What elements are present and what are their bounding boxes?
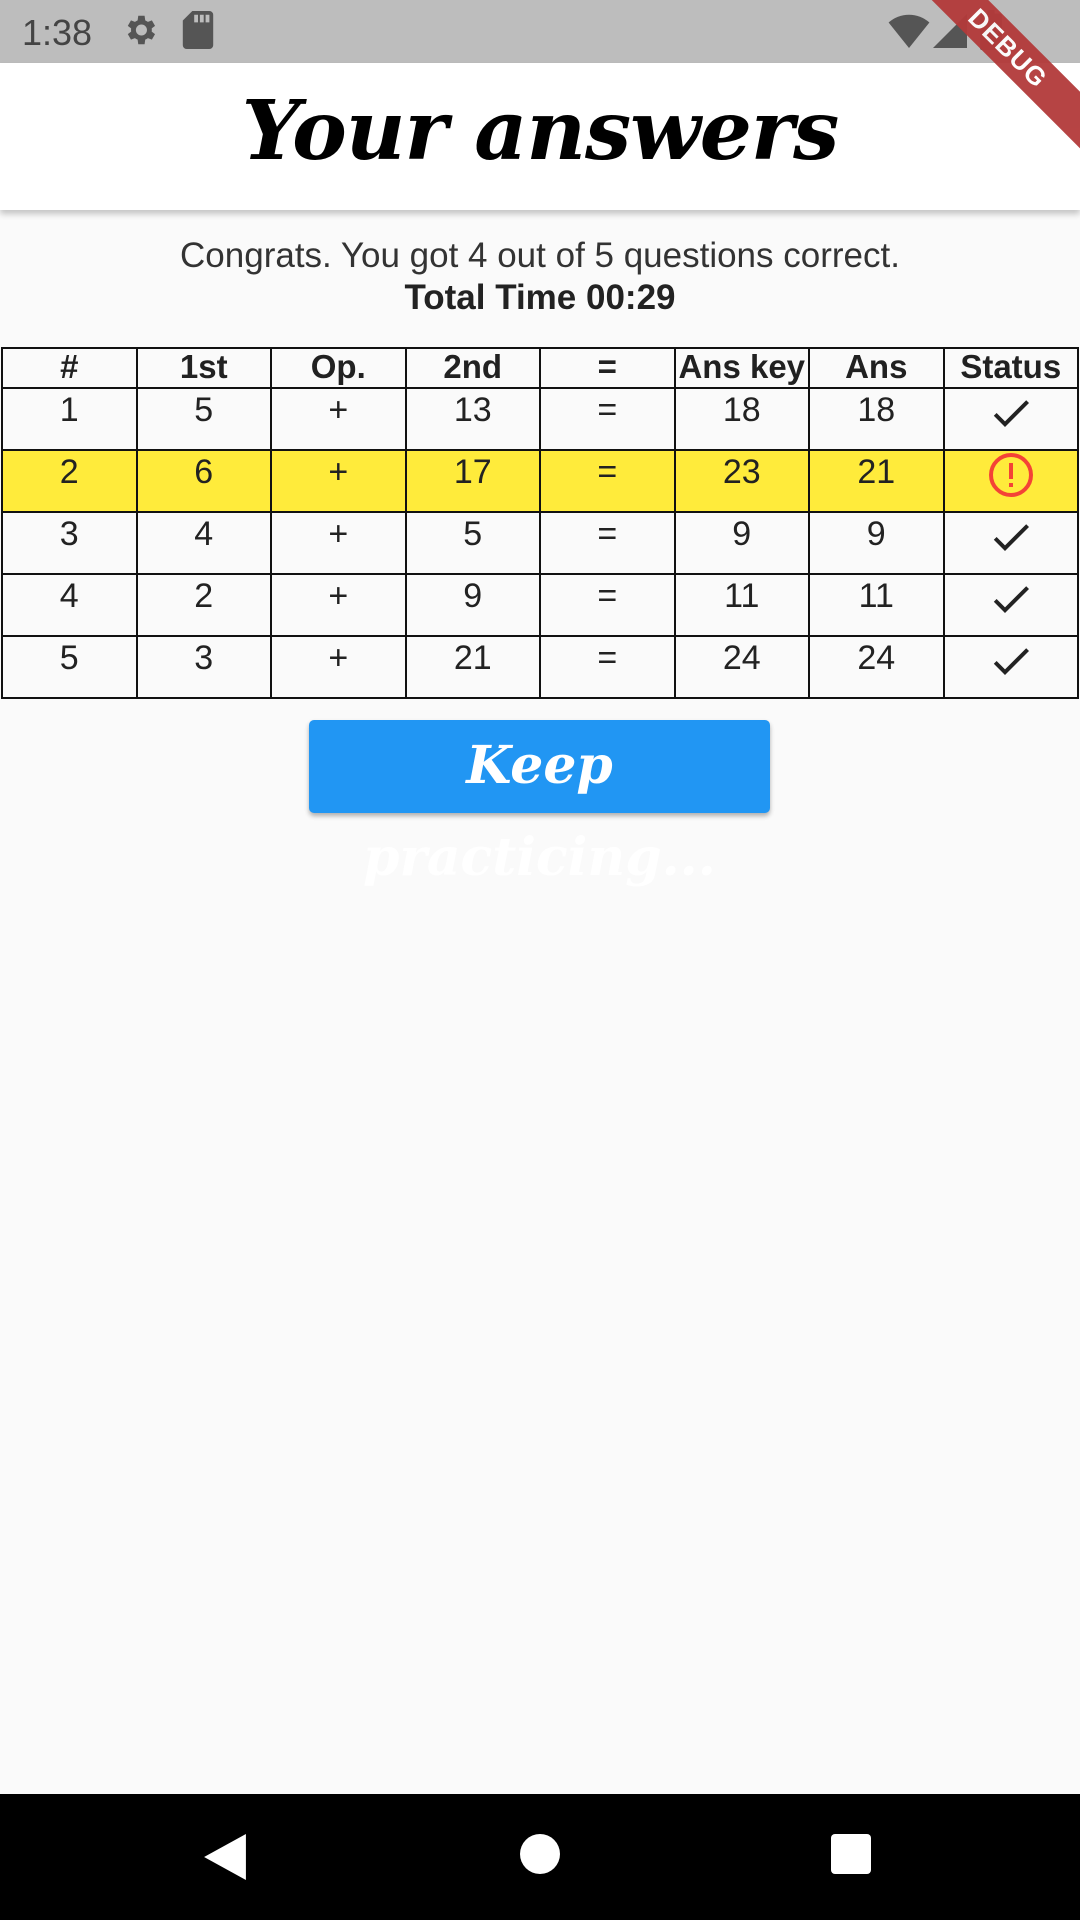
cell-operator: + (270, 511, 407, 575)
header-answer: Ans (808, 347, 945, 389)
cell-answer-key: 9 (673, 511, 810, 575)
gear-icon (127, 15, 156, 45)
cell-second: 17 (404, 449, 541, 513)
status-time: 1:38 (22, 12, 93, 53)
header-equals: = (539, 347, 676, 389)
back-icon[interactable] (203, 1834, 247, 1880)
cell-first: 6 (135, 449, 272, 513)
cell-second: 9 (404, 573, 541, 637)
check-icon (993, 524, 1029, 551)
cell-operator: + (270, 573, 407, 637)
cell-number: 1 (1, 387, 138, 451)
cell-equals: = (539, 573, 676, 637)
table-row: 5 3 + 21 = 24 24 (1, 635, 1079, 699)
keep-practicing-button[interactable]: Keep practicing... (309, 720, 770, 888)
home-icon[interactable] (520, 1834, 560, 1874)
cell-answer: 21 (808, 449, 945, 513)
cell-operator: + (270, 449, 407, 513)
cell-operator: + (270, 635, 407, 699)
cell-equals: = (539, 449, 676, 513)
cell-first: 4 (135, 511, 272, 575)
app-bar: Your answers (0, 63, 1080, 210)
cell-first: 2 (135, 573, 272, 637)
cell-answer: 18 (808, 387, 945, 451)
cell-answer-key: 23 (673, 449, 810, 513)
table-row: 1 5 + 13 = 18 18 (1, 387, 1079, 451)
page-title: Your answers (241, 83, 840, 179)
cell-status (942, 511, 1079, 575)
cell-operator: + (270, 387, 407, 451)
table-header-row: # 1st Op. 2nd = Ans key Ans Status (1, 347, 1079, 389)
cell-status (942, 635, 1079, 699)
cell-number: 2 (1, 449, 138, 513)
cell-answer-key: 11 (673, 573, 810, 637)
cell-second: 5 (404, 511, 541, 575)
cell-equals: = (539, 511, 676, 575)
cell-answer: 9 (808, 511, 945, 575)
header-second: 2nd (404, 347, 541, 389)
answers-table: # 1st Op. 2nd = Ans key Ans Status 1 5 +… (1, 347, 1079, 699)
total-time: Total Time 00:29 (404, 278, 676, 317)
check-icon (993, 400, 1029, 427)
check-icon (993, 586, 1029, 613)
header-first: 1st (135, 347, 272, 389)
cell-second: 13 (404, 387, 541, 451)
status-bar: 1:38 (0, 0, 1080, 63)
cell-status (942, 573, 1079, 637)
cell-status (942, 449, 1079, 513)
check-icon (993, 648, 1029, 675)
recents-icon[interactable] (831, 1834, 871, 1874)
table-row: 3 4 + 5 = 9 9 (1, 511, 1079, 575)
error-icon (988, 453, 1033, 497)
header-answer-key: Ans key (673, 347, 810, 389)
cell-number: 5 (1, 635, 138, 699)
cell-equals: = (539, 387, 676, 451)
navigation-bar (0, 1794, 1080, 1920)
cell-equals: = (539, 635, 676, 699)
cell-second: 21 (404, 635, 541, 699)
cell-number: 3 (1, 511, 138, 575)
cell-answer: 24 (808, 635, 945, 699)
wifi-icon (888, 14, 930, 48)
result-message: Congrats. You got 4 out of 5 questions c… (180, 236, 900, 275)
cell-answer-key: 18 (673, 387, 810, 451)
sd-card-icon (182, 11, 214, 49)
header-number: # (1, 347, 138, 389)
cell-first: 3 (135, 635, 272, 699)
cell-status (942, 387, 1079, 451)
table-row: 4 2 + 9 = 11 11 (1, 573, 1079, 637)
cell-number: 4 (1, 573, 138, 637)
header-operator: Op. (270, 347, 407, 389)
cell-first: 5 (135, 387, 272, 451)
cell-answer: 11 (808, 573, 945, 637)
cell-answer-key: 24 (673, 635, 810, 699)
table-row: 2 6 + 17 = 23 21 (1, 449, 1079, 513)
header-status: Status (942, 347, 1079, 389)
